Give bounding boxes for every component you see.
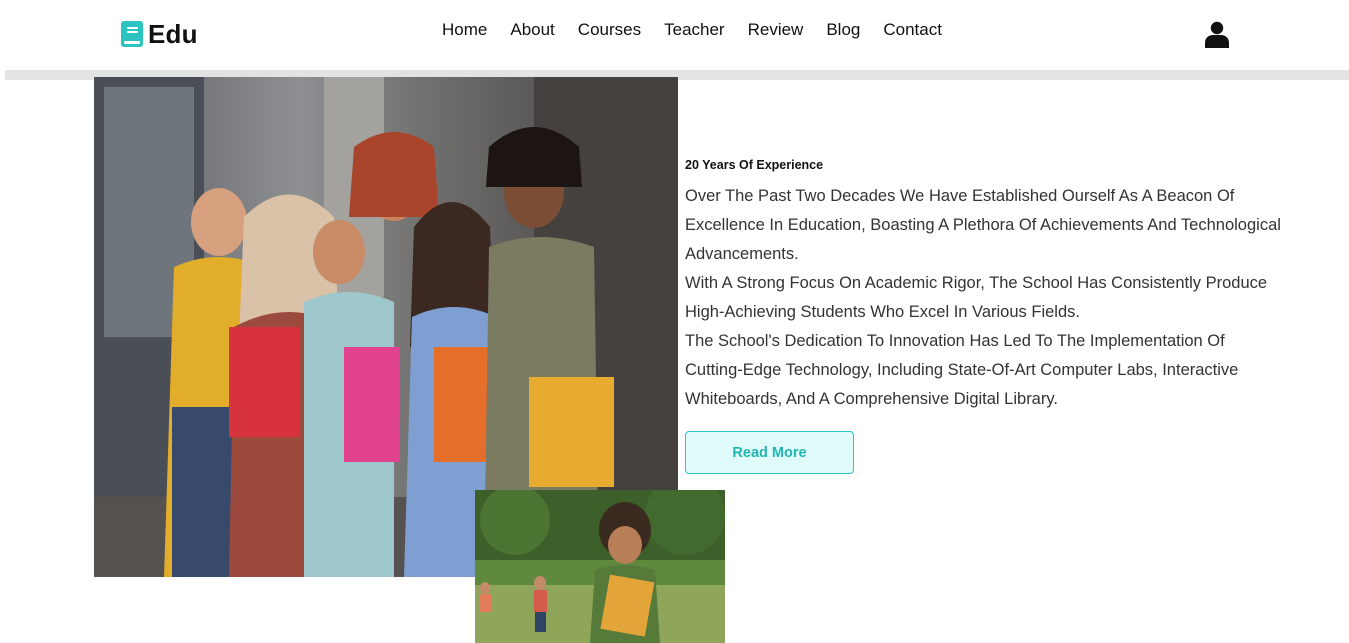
about-paragraph: With A Strong Focus On Academic Rigor, T…: [685, 274, 1268, 321]
about-paragraph: Over The Past Two Decades We Have Establ…: [685, 187, 1281, 263]
about-content: 20 Years Of Experience Over The Past Two…: [685, 156, 1285, 414]
about-description: Over The Past Two Decades We Have Establ…: [685, 182, 1285, 414]
brand-logo[interactable]: Edu: [121, 20, 198, 48]
nav-home[interactable]: Home: [442, 20, 487, 40]
user-icon[interactable]: [1205, 21, 1229, 48]
child-with-book-photo: [475, 490, 725, 643]
nav-about[interactable]: About: [510, 20, 554, 40]
read-more-button[interactable]: Read More: [685, 431, 854, 474]
book-icon: [121, 21, 144, 47]
nav-review[interactable]: Review: [748, 20, 804, 40]
nav-blog[interactable]: Blog: [826, 20, 860, 40]
about-paragraph: The School's Dedication To Innovation Ha…: [685, 332, 1239, 408]
main-nav: Home About Courses Teacher Review Blog C…: [442, 20, 942, 40]
nav-courses[interactable]: Courses: [578, 20, 641, 40]
brand-name: Edu: [148, 19, 198, 49]
site-header: Edu Home About Courses Teacher Review Bl…: [0, 0, 1349, 70]
experience-kicker: 20 Years Of Experience: [685, 158, 824, 172]
nav-contact[interactable]: Contact: [883, 20, 942, 40]
nav-teacher[interactable]: Teacher: [664, 20, 724, 40]
